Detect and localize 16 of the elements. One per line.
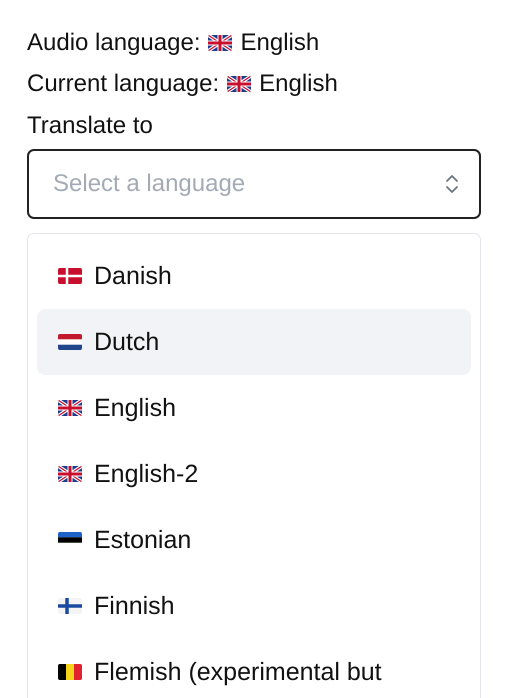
- union-jack-flag-icon: [58, 466, 82, 482]
- info-value: English: [259, 70, 338, 98]
- danish-flag-icon: [58, 268, 82, 284]
- belgian-flag-icon: [58, 664, 82, 680]
- dutch-flag-icon: [58, 334, 82, 350]
- field-label: Translate to: [27, 111, 154, 141]
- language-option[interactable]: Dutch: [37, 309, 471, 375]
- union-jack-flag-icon: [208, 34, 232, 50]
- union-jack-flag-icon: [58, 400, 82, 416]
- info-label: Audio language:: [27, 28, 200, 56]
- finnish-flag-icon: [58, 598, 82, 614]
- info-value: English: [240, 28, 320, 56]
- chevron-up-down-icon: [445, 173, 459, 195]
- union-jack-flag-icon: [227, 76, 252, 92]
- language-select[interactable]: Select a language: [27, 149, 481, 219]
- info-label: Current language:: [27, 70, 220, 98]
